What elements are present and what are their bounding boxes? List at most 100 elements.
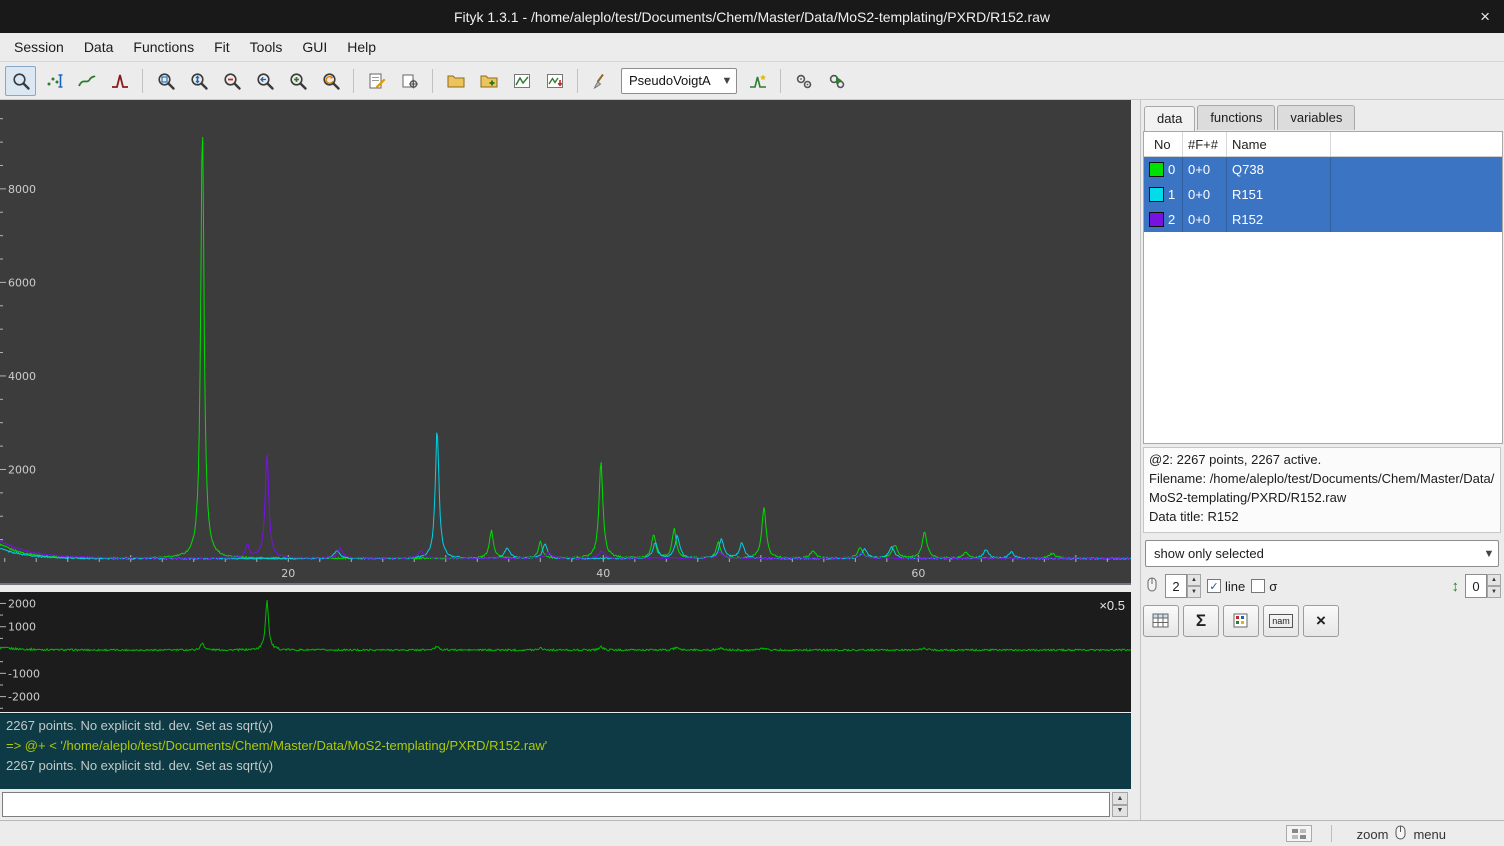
tab-data[interactable]: data xyxy=(1144,106,1195,131)
dataset-row[interactable]: 0 0+0 Q738 xyxy=(1144,157,1502,182)
clear-button[interactable] xyxy=(585,66,616,96)
data-view-controls: 2 ▲▼ ✓ line σ ↕ 0 ▲▼ xyxy=(1145,572,1501,600)
statusbar-mode-button[interactable] xyxy=(1286,825,1312,842)
shift-spinner[interactable]: 0 ▲▼ xyxy=(1465,574,1501,598)
checkbox-unchecked-icon xyxy=(1251,579,1265,593)
window-title: Fityk 1.3.1 - /home/aleplo/test/Document… xyxy=(454,9,1050,25)
left-click-hint: zoom xyxy=(1357,827,1389,842)
toolbar: PseudoVoigtA ▼ xyxy=(0,62,1504,100)
zoom-undo-button[interactable] xyxy=(315,66,346,96)
sigma-checkbox[interactable]: σ xyxy=(1251,579,1277,594)
line-checkbox[interactable]: ✓ line xyxy=(1207,579,1245,594)
spin-down-icon: ▼ xyxy=(1187,586,1201,598)
point-size-spinner[interactable]: 2 ▲▼ xyxy=(1165,574,1201,598)
console-line: 2267 points. No explicit std. dev. Set a… xyxy=(6,756,1125,776)
menu-gui[interactable]: GUI xyxy=(292,33,337,61)
right-click-hint: menu xyxy=(1413,827,1446,842)
tab-variables[interactable]: variables xyxy=(1277,105,1355,130)
column-no: No xyxy=(1144,132,1183,156)
dataset-row[interactable]: 1 0+0 R151 xyxy=(1144,182,1502,207)
svg-text:8000: 8000 xyxy=(8,183,36,196)
dataset-row[interactable]: 2 0+0 R152 xyxy=(1144,207,1502,232)
aux-plot[interactable]: 20001000-1000-2000 ×0.5 xyxy=(0,592,1131,712)
content-area: 2040602000400060008000 20001000-1000-200… xyxy=(0,100,1504,820)
svg-text:1000: 1000 xyxy=(8,621,36,634)
checkbox-checked-icon: ✓ xyxy=(1207,579,1221,593)
zoom-vertical-button[interactable] xyxy=(183,66,214,96)
output-console[interactable]: 2267 points. No explicit std. dev. Set a… xyxy=(0,713,1131,789)
tab-functions[interactable]: functions xyxy=(1197,105,1275,130)
zoom-out-button[interactable] xyxy=(216,66,247,96)
zoom-previous-button[interactable] xyxy=(249,66,280,96)
data-table-button[interactable] xyxy=(1143,605,1179,637)
fit-settings-button[interactable] xyxy=(788,66,819,96)
spin-up-icon: ▲ xyxy=(1187,574,1201,586)
aux-plot-canvas[interactable]: 20001000-1000-2000 xyxy=(0,592,1131,712)
dataset-color-swatch[interactable] xyxy=(1149,187,1164,202)
background-mode-button[interactable] xyxy=(71,66,102,96)
menu-fit[interactable]: Fit xyxy=(204,33,240,61)
command-input-row: ▲▼ xyxy=(0,789,1131,820)
dataset-color-swatch[interactable] xyxy=(1149,162,1164,177)
svg-text:2000: 2000 xyxy=(8,597,36,610)
function-type-dropdown[interactable]: PseudoVoigtA ▼ xyxy=(621,68,737,94)
zoom-all-button[interactable] xyxy=(150,66,181,96)
export-plot-button[interactable] xyxy=(506,66,537,96)
open-data-button[interactable] xyxy=(440,66,471,96)
menu-data[interactable]: Data xyxy=(74,33,124,61)
command-input[interactable] xyxy=(2,792,1110,817)
toolbar-separator xyxy=(142,69,143,93)
toolbar-separator xyxy=(780,69,781,93)
dataset-list-header: No #F+# Name xyxy=(1144,132,1502,157)
sum-transform-button[interactable]: Σ xyxy=(1183,605,1219,637)
pane-splitter[interactable] xyxy=(1131,100,1140,820)
svg-text:4000: 4000 xyxy=(8,370,36,383)
dataset-list[interactable]: No #F+# Name 0 0+0 Q738 1 0+0 R151 2 0+0 xyxy=(1143,131,1503,444)
titlebar: Fityk 1.3.1 - /home/aleplo/test/Document… xyxy=(0,0,1504,33)
svg-text:2000: 2000 xyxy=(8,463,36,476)
spin-down-icon: ▼ xyxy=(1487,586,1501,598)
menu-session[interactable]: Session xyxy=(4,33,74,61)
chevron-down-icon: ▼ xyxy=(718,75,736,87)
console-line: 2267 points. No explicit std. dev. Set a… xyxy=(6,716,1125,736)
script-editor-button[interactable] xyxy=(361,66,392,96)
point-size-icon xyxy=(1145,576,1159,597)
dataset-info: @2: 2267 points, 2267 active. Filename: … xyxy=(1143,447,1501,533)
dataset-color-swatch[interactable] xyxy=(1149,212,1164,227)
menubar: Session Data Functions Fit Tools GUI Hel… xyxy=(0,33,1504,62)
data-range-mode-button[interactable] xyxy=(38,66,69,96)
run-fit-button[interactable] xyxy=(821,66,852,96)
toolbar-separator xyxy=(577,69,578,93)
menu-tools[interactable]: Tools xyxy=(240,33,293,61)
svg-text:20: 20 xyxy=(281,567,295,580)
aux-scale-label: ×0.5 xyxy=(1099,598,1125,613)
main-plot[interactable]: 2040602000400060008000 xyxy=(0,100,1131,585)
save-image-button[interactable] xyxy=(539,66,570,96)
spin-down-icon: ▼ xyxy=(1112,805,1128,818)
zoom-in-button[interactable] xyxy=(282,66,313,96)
spin-up-icon: ▲ xyxy=(1112,792,1128,805)
delete-dataset-button[interactable]: × xyxy=(1303,605,1339,637)
statusbar-separator xyxy=(1331,825,1332,842)
info-filename: Filename: /home/aleplo/test/Documents/Ch… xyxy=(1149,469,1495,507)
info-points: @2: 2267 points, 2267 active. xyxy=(1149,450,1495,469)
function-type-value: PseudoVoigtA xyxy=(629,73,711,88)
close-button[interactable]: × xyxy=(1480,0,1490,33)
command-history-spinner[interactable]: ▲▼ xyxy=(1112,792,1128,817)
data-edit-button[interactable] xyxy=(1223,605,1259,637)
zoom-mode-button[interactable] xyxy=(5,66,36,96)
auto-add-peak-button[interactable] xyxy=(742,66,773,96)
append-data-button[interactable] xyxy=(473,66,504,96)
svg-text:6000: 6000 xyxy=(8,276,36,289)
dataset-buttons: Σ nam × xyxy=(1143,605,1339,637)
chevron-down-icon: ▼ xyxy=(1480,548,1498,560)
spin-up-icon: ▲ xyxy=(1487,574,1501,586)
filter-dropdown[interactable]: show only selected ▼ xyxy=(1145,540,1499,567)
menu-functions[interactable]: Functions xyxy=(123,33,204,61)
add-peak-mode-button[interactable] xyxy=(104,66,135,96)
svg-text:-1000: -1000 xyxy=(8,667,40,680)
rename-dataset-button[interactable]: nam xyxy=(1263,605,1299,637)
statusbar: zoom menu xyxy=(0,820,1504,846)
menu-help[interactable]: Help xyxy=(337,33,386,61)
gui-settings-button[interactable] xyxy=(394,66,425,96)
